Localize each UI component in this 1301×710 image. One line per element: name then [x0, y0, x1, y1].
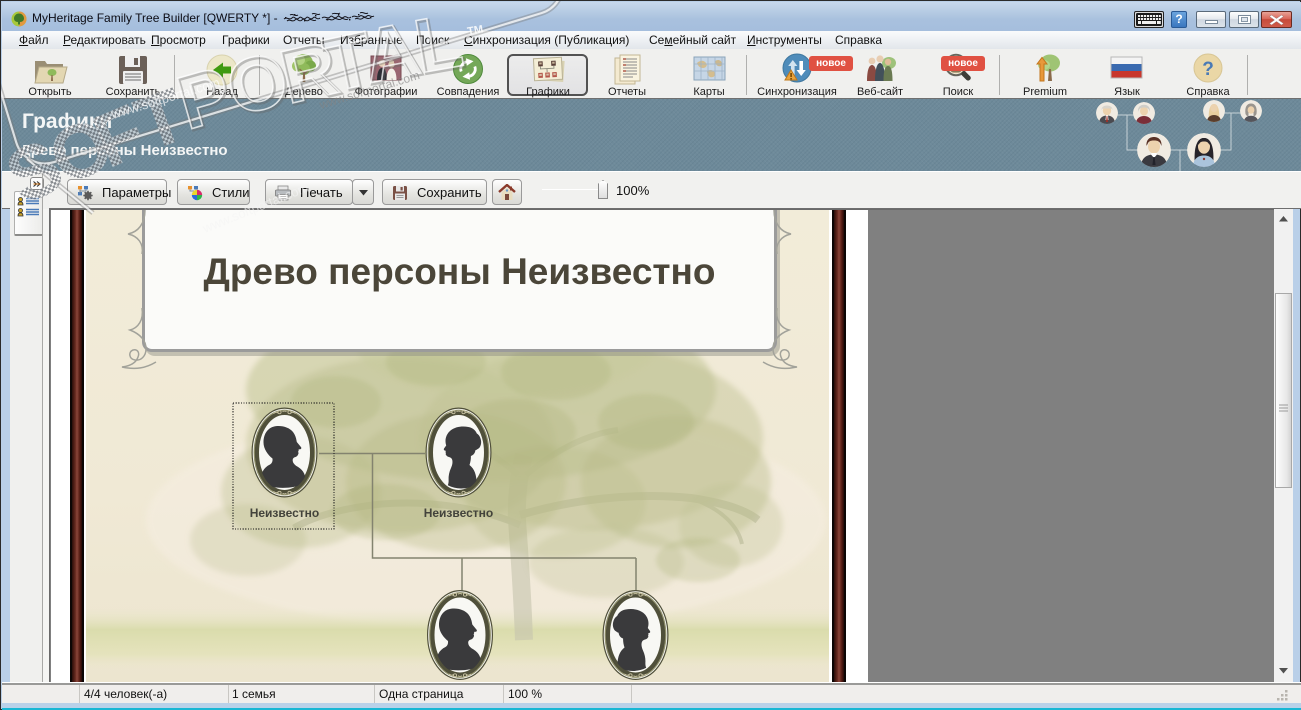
svg-text:?: ? [1202, 59, 1214, 80]
